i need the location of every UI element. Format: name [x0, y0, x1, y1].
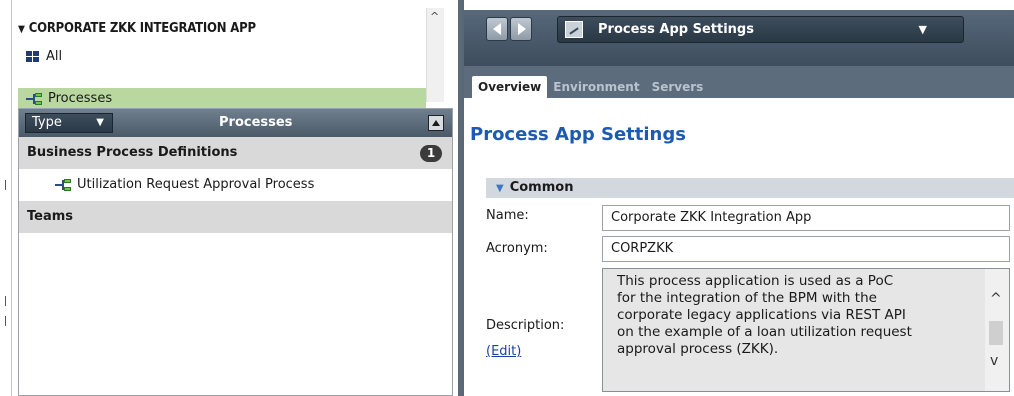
left-edge [0, 0, 12, 396]
expand-triangle-icon[interactable]: ▼ [18, 19, 25, 41]
section-label: Teams [27, 209, 74, 224]
chevron-down-icon: ▼ [96, 117, 104, 128]
count-badge: 1 [420, 145, 442, 162]
expand-triangle-icon[interactable]: ▼ [496, 183, 504, 194]
edit-link[interactable]: (Edit) [486, 344, 521, 359]
left-pane: ▼ CORPORATE ZKK INTEGRATION APP All Proce… [0, 0, 458, 396]
tree-item-processes[interactable]: Processes [18, 88, 426, 110]
description-text: This process application is used as a Po… [617, 273, 967, 358]
section-title: Common [509, 180, 574, 195]
collapse-icon[interactable] [428, 115, 444, 131]
process-icon [55, 178, 73, 191]
settings-doc-icon [565, 21, 583, 38]
list-item-label: Utilization Request Approval Process [77, 177, 315, 192]
edge-tick [5, 180, 6, 190]
process-icon [26, 92, 44, 105]
right-pane: Process App Settings ▼ Overview Environm… [458, 0, 1014, 396]
tree-item-label: Processes [48, 91, 113, 106]
library-panel: Type ▼ Processes Business Process Defini… [18, 108, 453, 396]
forward-arrow-icon[interactable] [510, 17, 532, 41]
description-line: corporate legacy applications via REST A… [617, 307, 906, 323]
chevron-down-icon[interactable]: v [990, 353, 998, 369]
common-section-header[interactable]: ▼ Common [486, 178, 1014, 198]
tabs: Overview Environment Servers [472, 76, 709, 98]
type-dropdown-label: Type [32, 115, 62, 130]
section-label: Business Process Definitions [27, 145, 238, 160]
project-tree: ▼ CORPORATE ZKK INTEGRATION APP All Proce… [12, 10, 426, 110]
tree-root[interactable]: ▼ CORPORATE ZKK INTEGRATION APP [18, 18, 256, 40]
tree-item-all[interactable]: All [26, 46, 62, 68]
scroll-up-icon[interactable]: ^ [430, 10, 439, 23]
back-arrow-icon[interactable] [486, 17, 508, 41]
tab-servers[interactable]: Servers [646, 76, 710, 98]
edge-tick [5, 296, 6, 306]
chevron-down-icon: ▼ [918, 23, 927, 36]
tab-environment[interactable]: Environment [547, 76, 645, 98]
acronym-label: Acronym: [486, 241, 548, 256]
description-field[interactable]: This process application is used as a Po… [602, 268, 1010, 392]
description-line: This process application is used as a Po… [617, 273, 894, 289]
tree-item-label: All [46, 49, 63, 64]
description-line: for the integration of the BPM with the [617, 290, 877, 306]
chevron-up-icon[interactable]: ^ [990, 291, 1002, 307]
acronym-field[interactable]: CORPZKK [602, 236, 1010, 262]
name-label: Name: [486, 208, 529, 223]
library-header: Type ▼ Processes [19, 109, 452, 137]
edge-tick [5, 316, 6, 326]
type-dropdown[interactable]: Type ▼ [25, 113, 113, 133]
library-title: Processes [219, 115, 293, 130]
list-item[interactable]: Utilization Request Approval Process [19, 169, 452, 201]
description-label: Description: [486, 318, 565, 333]
description-line: on the example of a loan utilization req… [617, 324, 912, 340]
tree-root-label: CORPORATE ZKK INTEGRATION APP [28, 21, 256, 36]
name-field[interactable]: Corporate ZKK Integration App [602, 205, 1010, 231]
tree-scrollbar[interactable]: ^ [426, 8, 444, 102]
description-line: approval process (ZKK). [617, 341, 779, 357]
description-scrollbar[interactable]: ^ v [985, 269, 1009, 391]
editor-selector-dropdown[interactable]: Process App Settings ▼ [557, 16, 964, 43]
editor-selector-label: Process App Settings [598, 22, 754, 37]
editor-toolbar: Process App Settings ▼ [464, 10, 1014, 66]
scroll-thumb[interactable] [989, 321, 1003, 345]
page-title: Process App Settings [470, 124, 686, 145]
grid-icon [26, 50, 40, 63]
section-teams[interactable]: Teams [19, 201, 452, 233]
section-business-process-definitions[interactable]: Business Process Definitions 1 [19, 137, 452, 169]
tab-overview[interactable]: Overview [472, 76, 548, 98]
